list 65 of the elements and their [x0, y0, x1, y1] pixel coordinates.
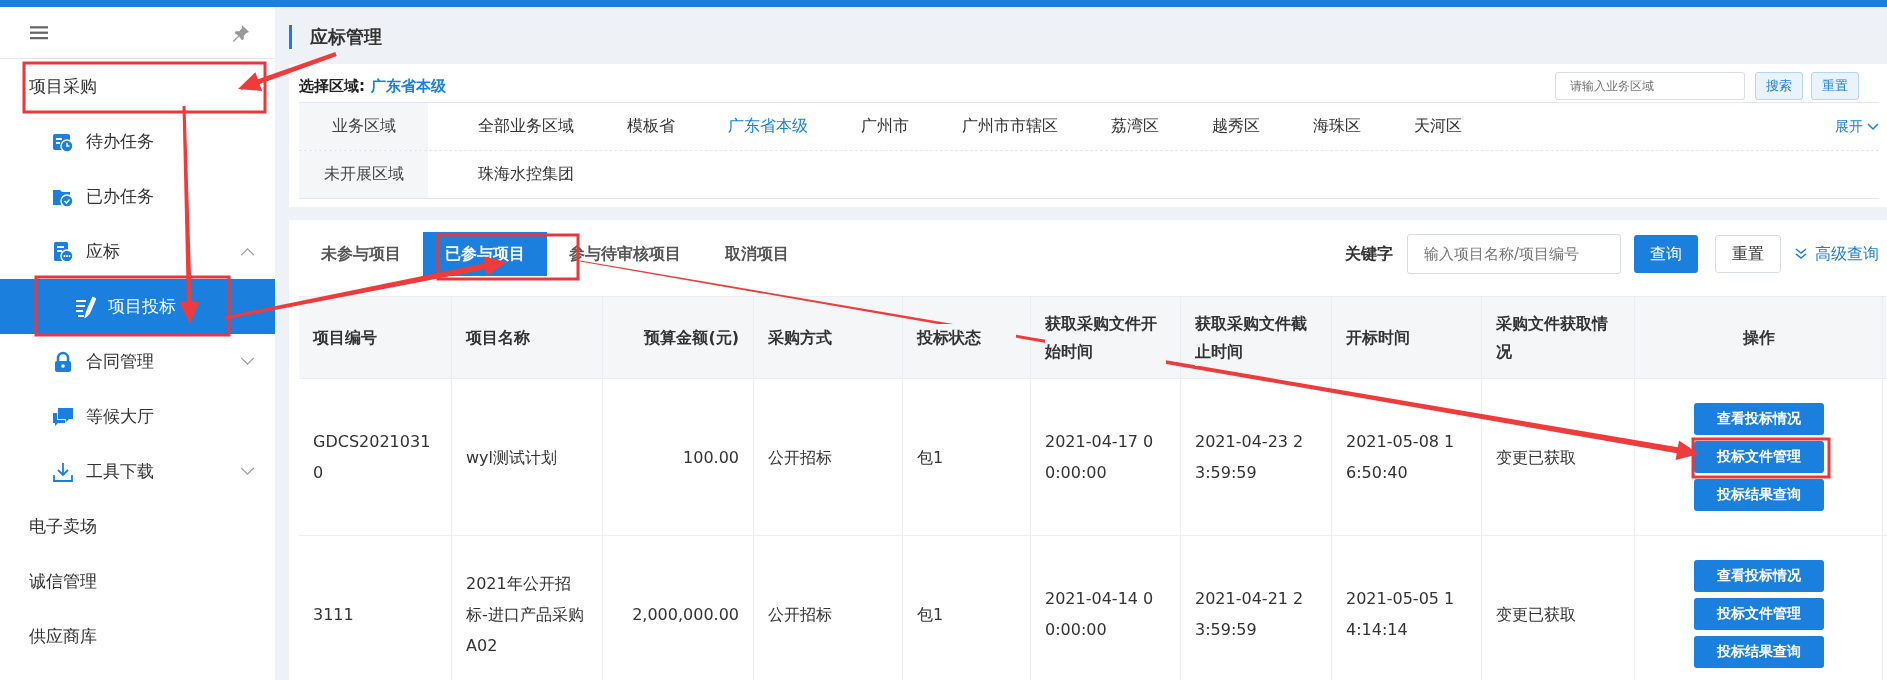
table-cell: 3111 — [299, 536, 452, 680]
chevron-down-icon — [1867, 122, 1879, 131]
table-cell: 包1 — [903, 379, 1031, 535]
sidebar-item[interactable]: 等候大厅 — [0, 389, 275, 444]
lock-icon — [52, 350, 74, 373]
table-cell: 变更已获取 — [1482, 536, 1635, 680]
region-option[interactable]: 模板省 — [627, 116, 675, 137]
download-icon — [52, 460, 74, 483]
table-cell: 公开招标 — [754, 379, 903, 535]
tab[interactable]: 未参与项目 — [299, 232, 423, 276]
region-option[interactable]: 天河区 — [1414, 116, 1462, 137]
sidebar-item[interactable]: 待办任务 — [0, 114, 275, 169]
sidebar-item[interactable]: 电子卖场 — [0, 499, 275, 554]
document-dots-icon — [52, 240, 74, 263]
region-option[interactable]: 海珠区 — [1313, 116, 1361, 137]
region-option[interactable]: 广州市 — [861, 116, 909, 137]
region-label: 选择区域: — [299, 76, 365, 96]
table-cell: 2,000,000.00 — [603, 536, 754, 680]
keyword-label: 关键字 — [1345, 243, 1393, 265]
reset-button[interactable]: 重置 — [1715, 235, 1781, 273]
sidebar-item[interactable]: 诚信管理 — [0, 554, 275, 609]
sidebar-item[interactable]: 已办任务 — [0, 169, 275, 224]
region-option[interactable]: 荔湾区 — [1111, 116, 1159, 137]
pen-lines-icon — [74, 295, 96, 318]
advanced-search-link[interactable]: 高级查询 — [1795, 243, 1879, 265]
region-option[interactable]: 越秀区 — [1212, 116, 1260, 137]
region-option[interactable]: 广东省本级 — [728, 116, 808, 137]
action-button[interactable]: 投标结果查询 — [1693, 479, 1824, 511]
table-cell: 100.00 — [603, 379, 754, 535]
table-cell: 2021年公开招标-进口产品采购A02 — [452, 536, 603, 680]
table-cell: 2021-04-14 00:00:00 — [1031, 536, 1181, 680]
keyword-field[interactable]: 输入项目名称/项目编号 — [1407, 234, 1621, 274]
action-button[interactable]: 查看投标情况 — [1693, 403, 1824, 435]
sidebar-item[interactable]: 合同管理 — [0, 334, 275, 389]
query-button[interactable]: 查询 — [1634, 235, 1698, 273]
region-row-label: 业务区域 — [299, 103, 428, 150]
tab[interactable]: 取消项目 — [703, 232, 811, 276]
region-search-field[interactable]: 请输入业务区域 — [1555, 72, 1745, 100]
chat-bubbles-icon — [52, 405, 74, 428]
action-button[interactable]: 投标文件管理 — [1693, 598, 1824, 630]
region-row-label: 未开展区域 — [299, 151, 428, 198]
sidebar-item[interactable]: 供应商库 — [0, 609, 275, 664]
action-button[interactable]: 投标文件管理 — [1693, 441, 1824, 473]
search-button[interactable]: 搜索 — [1755, 72, 1803, 100]
region-option[interactable]: 全部业务区域 — [478, 116, 574, 137]
region-option[interactable]: 珠海水控集团 — [478, 164, 574, 185]
table-cell: wyl测试计划 — [452, 379, 603, 535]
table-cell: GDCS20210310 — [299, 379, 452, 535]
table-cell: 2021-04-17 00:00:00 — [1031, 379, 1181, 535]
pin-icon[interactable] — [232, 23, 250, 42]
action-button[interactable]: 投标结果查询 — [1693, 636, 1824, 668]
table-cell: 包1 — [903, 536, 1031, 680]
reset-button[interactable]: 重置 — [1811, 72, 1859, 100]
page-title: 应标管理 — [310, 25, 382, 49]
double-chevron-down-icon — [1795, 248, 1807, 260]
table-cell: 公开招标 — [754, 536, 903, 680]
table-cell: 2021-04-21 23:59:59 — [1181, 536, 1332, 680]
table-cell: 2021-05-05 14:14:14 — [1332, 536, 1482, 680]
current-region: 广东省本级 — [371, 76, 446, 96]
action-button[interactable]: 查看投标情况 — [1693, 560, 1824, 592]
sidebar-item[interactable]: 工具下载 — [0, 444, 275, 499]
region-option[interactable]: 广州市市辖区 — [962, 116, 1058, 137]
sidebar-item[interactable]: 项目投标 — [0, 279, 275, 334]
expand-link[interactable]: 展开 — [1835, 117, 1879, 136]
menu-icon[interactable] — [30, 25, 48, 40]
